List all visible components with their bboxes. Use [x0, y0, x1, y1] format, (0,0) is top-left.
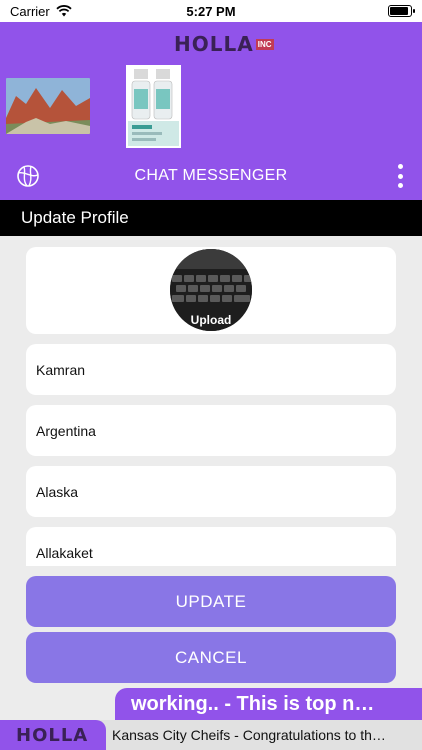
field-value: Kamran	[36, 361, 86, 378]
logo-text: HOLLA	[174, 32, 254, 56]
avatar-card: Upload	[26, 247, 396, 334]
state-field[interactable]: Alaska	[26, 466, 396, 517]
field-value: Alaska	[36, 483, 79, 500]
nav-bar: CHAT MESSENGER	[0, 152, 422, 200]
news-text[interactable]: Kansas City Cheifs - Congratulations to …	[112, 720, 420, 750]
dot	[397, 173, 403, 179]
ad-thumbnail-landscape[interactable]	[6, 78, 90, 134]
field-value: Allakaket	[36, 544, 93, 561]
dot	[397, 164, 403, 169]
news-text-content: Kansas City Cheifs - Congratulations to …	[112, 727, 386, 743]
section-title: Update Profile	[21, 208, 129, 227]
profile-form: Upload Kamran Argentina Alaska Allakaket	[0, 236, 422, 566]
upload-label: Upload	[190, 313, 232, 327]
status-left: Carrier	[10, 4, 72, 19]
country-field[interactable]: Argentina	[26, 405, 396, 456]
carrier-label: Carrier	[10, 3, 50, 19]
app-header: HOLLA INC CHAT MESSENGER	[0, 22, 422, 200]
update-button[interactable]: UPDATE	[26, 576, 396, 627]
news-ticker: HOLLA Kansas City Cheifs - Congratulatio…	[0, 720, 422, 750]
battery-icon	[388, 5, 415, 17]
product-image	[126, 65, 181, 148]
status-bar: Carrier 5:27 PM	[0, 0, 422, 22]
more-vertical-icon[interactable]	[396, 164, 404, 188]
avatar-upload[interactable]: Upload	[170, 249, 252, 331]
headline-text: working.. - This is top n…	[131, 692, 375, 715]
landscape-image	[6, 78, 90, 134]
globe-icon[interactable]	[16, 164, 40, 188]
section-title-bar: Update Profile	[0, 200, 422, 236]
cancel-button[interactable]: CANCEL	[26, 632, 396, 683]
wifi-icon	[56, 5, 72, 17]
logo-suffix: INC	[255, 38, 274, 50]
ad-thumbnail-product[interactable]	[126, 65, 181, 148]
dot	[397, 183, 403, 188]
city-field[interactable]: Allakaket	[26, 527, 396, 566]
brand-logo: HOLLA INC	[174, 31, 274, 57]
field-value: Argentina	[36, 422, 96, 439]
headline-ticker[interactable]: working.. - This is top n…	[115, 688, 422, 720]
page-title: CHAT MESSENGER	[134, 167, 288, 184]
ticker-logo-text: HOLLA	[16, 724, 89, 746]
battery-fill	[390, 7, 408, 15]
name-field[interactable]: Kamran	[26, 344, 396, 395]
ticker-logo: HOLLA	[0, 720, 106, 750]
